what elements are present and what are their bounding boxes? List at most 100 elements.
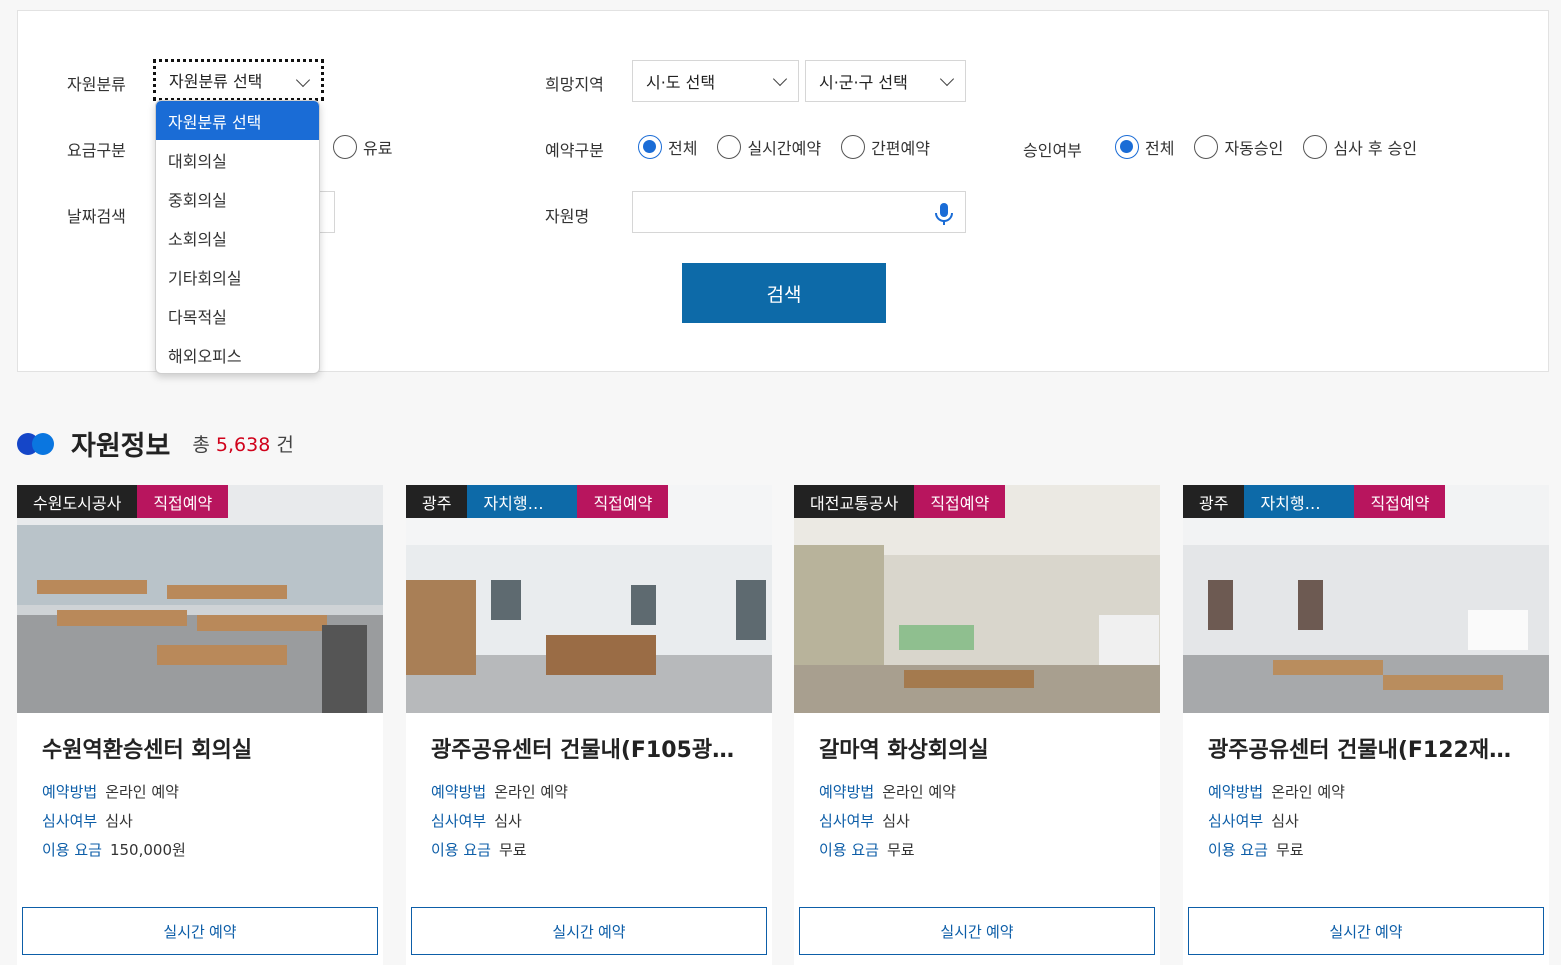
realtime-reserve-button[interactable]: 실시간 예약 [411,907,767,955]
info-key: 이용 요금 [819,841,879,859]
dropdown-item[interactable]: 기타회의실 [156,257,319,296]
card-tags: 대전교통공사 직접예약 [794,485,1006,518]
chevron-down-icon [941,74,953,86]
info-key: 예약방법 [42,783,98,801]
info-key: 심사여부 [1208,812,1264,830]
approval-option-label: 전체 [1145,139,1175,158]
resource-type-label: 자원분류 [67,75,126,94]
info-value: 온라인 예약 [1271,783,1345,801]
resource-card[interactable]: 광주 자치행… 직접예약 광주공유센터 건물내(F122재… 예약방법 온라인 예… [1183,485,1549,965]
name-label: 자원명 [545,207,590,226]
dropdown-item[interactable]: 다목적실 [156,296,319,335]
section-header: 자원정보 총 5,638 건 [17,424,294,463]
radio-button[interactable] [841,135,866,159]
radio-button[interactable] [333,135,357,159]
date-label: 날짜검색 [67,207,126,226]
card-image[interactable]: 수원도시공사 직접예약 [17,485,383,713]
fee-option-paid[interactable]: 유료 [333,135,392,159]
card-info-method: 예약방법 온라인 예약 [431,781,568,802]
approval-option-label: 심사 후 승인 [1333,139,1418,158]
info-key: 예약방법 [819,783,875,801]
reservation-option-realtime[interactable]: 실시간예약 [717,135,821,159]
resource-type-dropdown: 자원분류 선택 대회의실 중회의실 소회의실 기타회의실 다목적실 해외오피스 [155,100,320,374]
approval-option-review[interactable]: 심사 후 승인 [1303,135,1417,159]
card-info-fee: 이용 요금 무료 [431,839,527,860]
card-title[interactable]: 갈마역 화상회의실 [819,732,1137,764]
tag-direct: 직접예약 [577,485,669,518]
info-value: 온라인 예약 [494,783,568,801]
realtime-reserve-button[interactable]: 실시간 예약 [22,907,378,955]
card-info-method: 예약방법 온라인 예약 [42,781,179,802]
radio-button[interactable] [1194,135,1219,159]
card-title[interactable]: 광주공유센터 건물내(F105광… [431,732,749,764]
card-info-fee: 이용 요금 무료 [819,839,915,860]
reservation-type-label: 예약구분 [545,141,604,160]
approval-option-auto[interactable]: 자동승인 [1194,135,1283,159]
dropdown-item[interactable]: 소회의실 [156,218,319,257]
info-value: 심사 [882,812,910,830]
card-image[interactable]: 대전교통공사 직접예약 [794,485,1160,713]
reservation-option-all[interactable]: 전체 [638,135,697,159]
total-suffix: 건 [276,434,294,456]
info-value: 150,000원 [109,841,186,859]
radio-button-checked[interactable] [638,135,662,159]
resource-card[interactable]: 수원도시공사 직접예약 수원역환승센터 회의실 예약방법 온라인 예약 심사여부 심… [17,485,383,965]
tag-org: 대전교통공사 [794,485,915,518]
name-input[interactable] [632,191,966,233]
tag-category: 자치행… [1244,485,1355,518]
info-key: 예약방법 [431,783,487,801]
section-title: 자원정보 [71,431,171,462]
resource-card[interactable]: 대전교통공사 직접예약 갈마역 화상회의실 예약방법 온라인 예약 심사여부 심사 … [794,485,1160,965]
realtime-reserve-button[interactable]: 실시간 예약 [1188,907,1544,955]
info-key: 심사여부 [819,812,875,830]
tag-region: 광주 [1183,485,1245,518]
reservation-option-label: 전체 [668,139,698,158]
card-info-review: 심사여부 심사 [819,810,910,831]
info-value: 무료 [886,841,915,859]
fee-option-paid-label: 유료 [363,139,393,158]
tag-direct: 직접예약 [137,485,229,518]
info-value: 심사 [105,812,133,830]
reservation-option-simple[interactable]: 간편예약 [841,135,930,159]
dropdown-item[interactable]: 대회의실 [156,140,319,179]
radio-button[interactable] [717,135,742,159]
approval-label: 승인여부 [1023,141,1082,160]
card-info-fee: 이용 요금 150,000원 [42,839,186,860]
card-title[interactable]: 광주공유센터 건물내(F122재… [1208,732,1526,764]
radio-button-checked[interactable] [1115,135,1139,159]
info-key: 이용 요금 [431,841,491,859]
total-prefix: 총 [192,434,210,456]
card-info-method: 예약방법 온라인 예약 [819,781,956,802]
approval-option-label: 자동승인 [1224,139,1284,158]
radio-button[interactable] [1303,135,1328,159]
dropdown-item[interactable]: 자원분류 선택 [156,101,319,140]
info-key: 심사여부 [42,812,98,830]
info-value: 무료 [1275,841,1304,859]
microphone-icon[interactable] [933,202,955,226]
region-sido-select[interactable]: 시·도 선택 [632,60,799,102]
card-image[interactable]: 광주 자치행… 직접예약 [406,485,772,713]
tag-region: 광주 [406,485,468,518]
info-value: 온라인 예약 [105,783,179,801]
resource-card[interactable]: 광주 자치행… 직접예약 광주공유센터 건물내(F105광… 예약방법 온라인 예… [406,485,772,965]
info-key: 이용 요금 [42,841,102,859]
approval-option-all[interactable]: 전체 [1115,135,1174,159]
total-number: 5,638 [215,434,271,456]
card-image[interactable]: 광주 자치행… 직접예약 [1183,485,1549,713]
total-count: 총 5,638 건 [192,430,293,457]
dropdown-item[interactable]: 중회의실 [156,179,319,218]
realtime-reserve-button[interactable]: 실시간 예약 [799,907,1155,955]
region-sigungu-select[interactable]: 시·군·구 선택 [805,60,966,102]
fee-radio-group: 유료 [333,135,412,159]
chevron-down-icon [774,74,786,86]
info-key: 심사여부 [431,812,487,830]
tag-direct: 직접예약 [914,485,1006,518]
info-key: 이용 요금 [1208,841,1268,859]
card-title[interactable]: 수원역환승센터 회의실 [42,732,360,764]
reservation-radio-group: 전체 실시간예약 간편예약 [638,135,950,159]
search-button[interactable]: 검색 [682,263,886,323]
reservation-option-label: 간편예약 [871,139,930,158]
resource-type-select[interactable]: 자원분류 선택 [153,59,324,101]
region-sigungu-value: 시·군·구 선택 [819,73,908,92]
dropdown-item[interactable]: 해외오피스 [156,335,319,373]
